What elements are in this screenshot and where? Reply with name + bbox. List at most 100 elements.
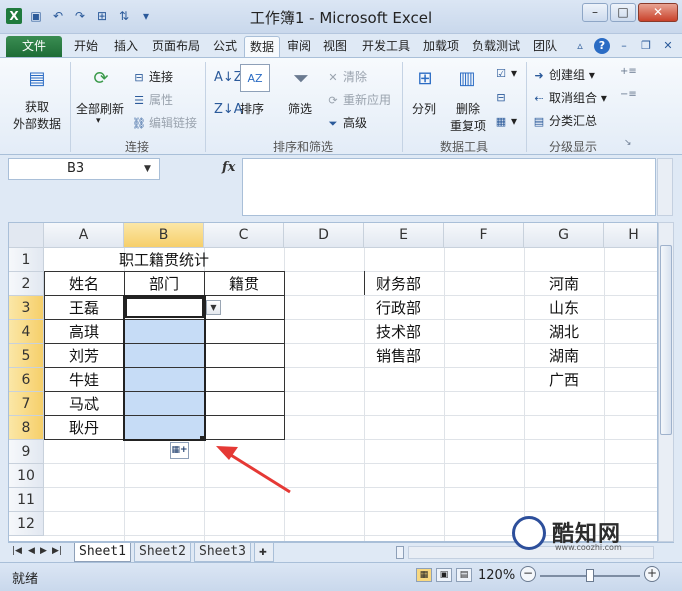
reapply-button[interactable]: ⟳ 重新应用 <box>326 91 391 108</box>
cell-g6[interactable]: 广西 <box>524 368 604 392</box>
column-header-f[interactable]: F <box>444 223 524 248</box>
column-header-h[interactable]: H <box>604 223 657 248</box>
name-box[interactable]: B3 <box>8 158 160 180</box>
row-header-7[interactable]: 7 <box>9 392 44 416</box>
active-cell[interactable] <box>125 297 204 318</box>
select-all-corner[interactable] <box>9 223 44 248</box>
column-header-g[interactable]: G <box>524 223 604 248</box>
tab-addins[interactable]: 加载项 <box>418 36 464 58</box>
row-header-9[interactable]: 9 <box>9 440 44 464</box>
data-validation-button[interactable]: ☑ ▾ <box>494 66 517 81</box>
refresh-dropdown-icon[interactable]: ▾ <box>96 116 101 126</box>
auto-fill-options-icon[interactable]: ▦+ <box>170 442 189 459</box>
zoom-in-icon[interactable]: + <box>644 566 660 582</box>
filter-button[interactable]: 筛选 <box>288 100 312 117</box>
what-if-button[interactable]: ▦ ▾ <box>494 114 517 129</box>
help-icon[interactable]: ? <box>594 38 610 54</box>
tab-data[interactable]: 数据 <box>244 36 280 58</box>
zoom-out-icon[interactable]: − <box>520 566 536 582</box>
sort-az-icon[interactable]: A↓Z <box>214 70 243 85</box>
cell-a3[interactable]: 王磊 <box>44 296 124 320</box>
remove-duplicates-button[interactable]: 删除 重复项 <box>446 100 490 134</box>
sheet-tab-1[interactable]: Sheet1 <box>74 543 131 562</box>
group-button[interactable]: ➜ 创建组 ▾ <box>532 66 594 83</box>
prev-sheet-icon[interactable]: ◀ <box>28 546 35 556</box>
fill-handle[interactable] <box>200 436 205 441</box>
ungroup-button[interactable]: ⇠ 取消组合 ▾ <box>532 89 606 106</box>
properties-button[interactable]: ☰ 属性 <box>132 91 173 108</box>
cell-c2[interactable]: 籍贯 <box>204 272 284 296</box>
cell-e4[interactable]: 技术部 <box>364 320 444 344</box>
subtotal-button[interactable]: ▤ 分类汇总 <box>532 112 597 129</box>
page-break-view-icon[interactable]: ▤ <box>456 568 472 582</box>
insert-sheet-icon[interactable]: ✚ <box>254 543 274 562</box>
clear-filter-button[interactable]: ✕ 清除 <box>326 68 367 85</box>
maximize-button[interactable]: □ <box>610 3 636 22</box>
cell-a8[interactable]: 耿丹 <box>44 416 124 440</box>
row-header-12[interactable]: 12 <box>9 512 44 536</box>
tab-page-layout[interactable]: 页面布局 <box>146 36 206 58</box>
next-sheet-icon[interactable]: ▶ <box>40 546 47 556</box>
tab-split-handle[interactable] <box>396 546 404 559</box>
cell-g4[interactable]: 湖北 <box>524 320 604 344</box>
tab-team[interactable]: 团队 <box>528 36 562 58</box>
minimize-button[interactable]: – <box>582 3 608 22</box>
tab-review[interactable]: 审阅 <box>282 36 316 58</box>
cell-g2[interactable]: 河南 <box>524 272 604 296</box>
tab-developer[interactable]: 开发工具 <box>356 36 416 58</box>
refresh-all-button[interactable]: 全部刷新 <box>76 100 124 117</box>
cell-b2[interactable]: 部门 <box>124 272 204 296</box>
edit-links-button[interactable]: ⛓ 编辑链接 <box>132 114 197 131</box>
cell-a4[interactable]: 高琪 <box>44 320 124 344</box>
text-to-columns-button[interactable]: 分列 <box>412 100 436 117</box>
sheet-tab-2[interactable]: Sheet2 <box>134 543 191 562</box>
cell-e2[interactable]: 财务部 <box>364 272 444 296</box>
zoom-slider-thumb[interactable] <box>586 569 594 582</box>
insert-function-button[interactable]: fx <box>222 160 235 175</box>
column-header-c[interactable]: C <box>204 223 284 248</box>
cell-a7[interactable]: 马忒 <box>44 392 124 416</box>
sort-za-icon[interactable]: Z↓A <box>214 102 243 117</box>
validation-dropdown-icon[interactable]: ▼ <box>206 300 221 315</box>
cell-a2[interactable]: 姓名 <box>44 272 124 296</box>
sheet-tab-3[interactable]: Sheet3 <box>194 543 251 562</box>
hide-detail-icon[interactable]: −≡ <box>620 89 637 100</box>
row-header-5[interactable]: 5 <box>9 344 44 368</box>
column-header-b[interactable]: B <box>124 223 204 248</box>
cell-e3[interactable]: 行政部 <box>364 296 444 320</box>
show-detail-icon[interactable]: +≡ <box>620 66 637 77</box>
get-external-data-button[interactable]: 获取 外部数据 <box>10 98 64 132</box>
close-button[interactable]: ✕ <box>638 3 678 22</box>
scrollbar-thumb[interactable] <box>660 245 672 435</box>
last-sheet-icon[interactable]: ▶| <box>52 546 62 556</box>
connections-button[interactable]: ⊟ 连接 <box>132 68 173 85</box>
row-header-4[interactable]: 4 <box>9 320 44 344</box>
tab-insert[interactable]: 插入 <box>108 36 144 58</box>
normal-view-icon[interactable]: ▦ <box>416 568 432 582</box>
doc-restore-icon[interactable]: ❐ <box>638 38 654 54</box>
row-header-11[interactable]: 11 <box>9 488 44 512</box>
sort-button[interactable]: 排序 <box>240 100 264 117</box>
cell-g5[interactable]: 湖南 <box>524 344 604 368</box>
outline-dialog-launcher-icon[interactable]: ↘ <box>624 138 632 148</box>
minimize-ribbon-icon[interactable]: ▵ <box>572 38 588 54</box>
row-header-3[interactable]: 3 <box>9 296 44 320</box>
tab-load-test[interactable]: 负载测试 <box>466 36 526 58</box>
tab-formulas[interactable]: 公式 <box>208 36 242 58</box>
row-header-2[interactable]: 2 <box>9 272 44 296</box>
vertical-scrollbar[interactable] <box>658 222 674 542</box>
doc-minimize-icon[interactable]: – <box>616 38 632 54</box>
formula-input[interactable] <box>242 158 656 216</box>
first-sheet-icon[interactable]: |◀ <box>12 546 22 556</box>
name-box-dropdown-icon[interactable]: ▼ <box>144 164 151 174</box>
formula-bar-expand-scrollbar[interactable] <box>657 158 673 216</box>
tab-view[interactable]: 视图 <box>318 36 352 58</box>
page-layout-view-icon[interactable]: ▣ <box>436 568 452 582</box>
cell-a1[interactable]: 职工籍贯统计 <box>44 248 284 272</box>
cell-e5[interactable]: 销售部 <box>364 344 444 368</box>
cell-g3[interactable]: 山东 <box>524 296 604 320</box>
tab-home[interactable]: 开始 <box>66 36 106 58</box>
column-header-a[interactable]: A <box>44 223 124 248</box>
cell-a6[interactable]: 牛娃 <box>44 368 124 392</box>
doc-close-icon[interactable]: ✕ <box>660 38 676 54</box>
